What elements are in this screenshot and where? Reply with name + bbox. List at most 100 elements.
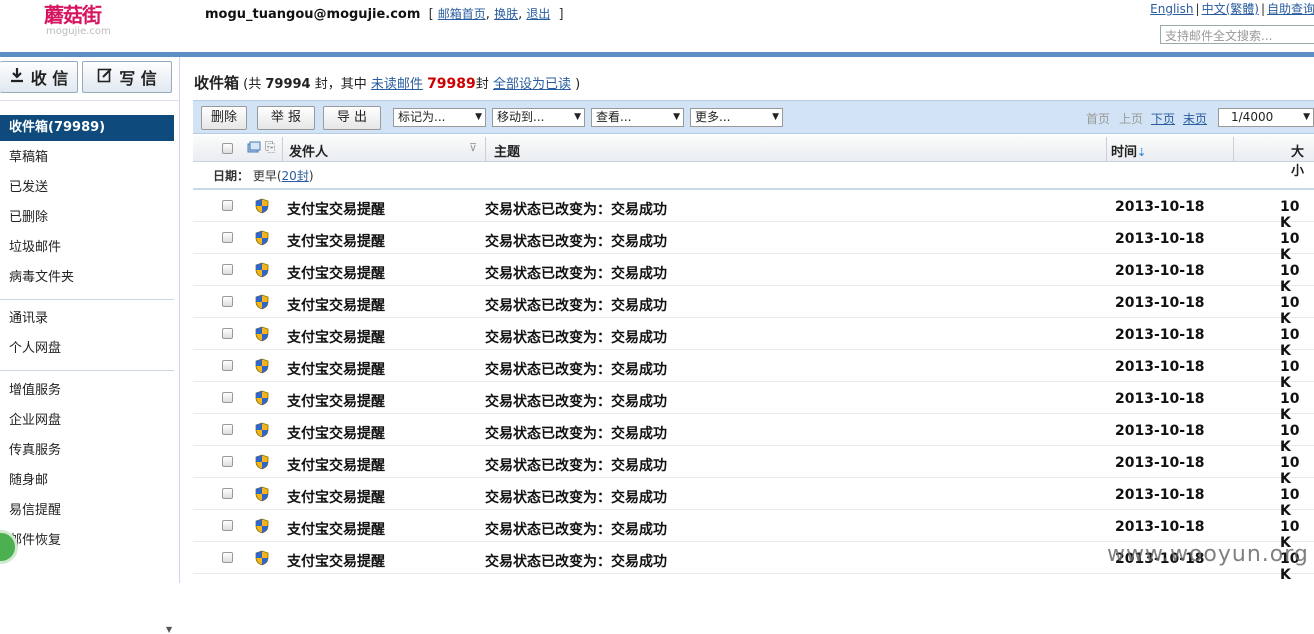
email-row[interactable]: 支付宝交易提醒 交易状态已改变为：交易成功 2013-10-18 10 K [193,254,1314,295]
mobile-mail-link[interactable]: 随身邮 [0,468,174,494]
email-subject[interactable]: 交易状态已改变为：交易成功 [485,551,667,571]
unread-link[interactable]: 未读邮件 [371,77,423,92]
time-column-header[interactable]: 时间⇣ [1111,141,1146,160]
email-subject[interactable]: 交易状态已改变为：交易成功 [485,263,667,283]
total-count: 79994 [265,77,311,92]
row-checkbox[interactable] [222,552,233,563]
folder-deleted[interactable]: 已删除 [0,205,174,231]
email-sender[interactable]: 支付宝交易提醒 [287,423,385,443]
view-dropdown[interactable]: 查看... ▼ [591,108,684,127]
folder-inbox[interactable]: 收件箱(79989) [0,115,174,141]
email-sender[interactable]: 支付宝交易提醒 [287,263,385,283]
email-row[interactable]: 支付宝交易提醒 交易状态已改变为：交易成功 2013-10-18 10 K [193,286,1314,327]
folder-spam[interactable]: 垃圾邮件 [0,235,174,261]
sender-column-header[interactable]: 发件人 [289,141,328,160]
folder-drafts[interactable]: 草稿箱 [0,145,174,171]
logo[interactable]: 蘑菇街 mogujie.com [44,4,114,37]
row-checkbox[interactable] [222,232,233,243]
folder-virus[interactable]: 病毒文件夹 [0,265,174,291]
email-subject[interactable]: 交易状态已改变为：交易成功 [485,295,667,315]
next-page-link[interactable]: 下页 [1151,110,1175,127]
yixin-reminder-link[interactable]: 易信提醒 [0,498,174,524]
email-subject[interactable]: 交易状态已改变为：交易成功 [485,487,667,507]
export-button[interactable]: 导 出 [323,106,381,130]
row-checkbox[interactable] [222,488,233,499]
mail-recovery-link[interactable]: 邮件恢复 [0,528,174,554]
email-date: 2013-10-18 [1115,359,1205,375]
email-row[interactable]: 支付宝交易提醒 交易状态已改变为：交易成功 2013-10-18 10 K [193,478,1314,519]
last-page-link[interactable]: 末页 [1183,110,1207,127]
row-checkbox[interactable] [222,392,233,403]
size-column-header[interactable]: 大小 [1291,141,1314,179]
email-subject[interactable]: 交易状态已改变为：交易成功 [485,455,667,475]
email-sender[interactable]: 支付宝交易提醒 [287,295,385,315]
page-select[interactable]: 1/4000 ▼ [1218,108,1314,127]
email-subject[interactable]: 交易状态已改变为：交易成功 [485,327,667,347]
move-to-label: 移动到... [497,110,545,124]
user-email: mogu_tuangou@mogujie.com [205,7,421,22]
email-subject[interactable]: 交易状态已改变为：交易成功 [485,519,667,539]
logout-link[interactable]: 退出 [526,7,550,21]
row-checkbox[interactable] [222,264,233,275]
email-subject[interactable]: 交易状态已改变为：交易成功 [485,199,667,219]
receive-mail-label: 收 信 [30,69,69,88]
mark-all-read-link[interactable]: 全部设为已读 [493,77,571,92]
email-subject[interactable]: 交易状态已改变为：交易成功 [485,231,667,251]
select-all-checkbox[interactable] [222,143,233,154]
alipay-shield-icon [255,294,269,310]
traditional-chinese-link[interactable]: 中文(繁體) [1202,2,1259,16]
email-subject[interactable]: 交易状态已改变为：交易成功 [485,391,667,411]
value-added-services-link[interactable]: 增值服务 [0,378,174,404]
email-row[interactable]: 支付宝交易提醒 交易状态已改变为：交易成功 2013-10-18 10 K [193,222,1314,263]
row-checkbox[interactable] [222,200,233,211]
mail-search-input[interactable]: 支持邮件全文搜索... [1160,25,1314,44]
mailbox-home-link[interactable]: 邮箱首页 [438,7,486,21]
mark-as-dropdown[interactable]: 标记为... ▼ [393,108,486,127]
subject-column-header[interactable]: 主题 [494,141,520,160]
email-row[interactable]: 支付宝交易提醒 交易状态已改变为：交易成功 2013-10-18 10 K [193,318,1314,359]
row-checkbox[interactable] [222,360,233,371]
english-link[interactable]: English [1150,2,1193,16]
email-row[interactable]: 支付宝交易提醒 交易状态已改变为：交易成功 2013-10-18 10 K [193,190,1314,231]
email-sender[interactable]: 支付宝交易提醒 [287,487,385,507]
change-skin-link[interactable]: 换肤 [494,7,518,21]
address-book-link[interactable]: 通讯录 [0,306,174,332]
compose-mail-button[interactable]: 写 信 [82,61,172,93]
move-to-dropdown[interactable]: 移动到... ▼ [492,108,585,127]
personal-drive-link[interactable]: 个人网盘 [0,336,174,362]
email-sender[interactable]: 支付宝交易提醒 [287,519,385,539]
enterprise-drive-link[interactable]: 企业网盘 [0,408,174,434]
row-checkbox[interactable] [222,424,233,435]
fax-service-link[interactable]: 传真服务 [0,438,174,464]
email-sender[interactable]: 支付宝交易提醒 [287,327,385,347]
row-checkbox[interactable] [222,328,233,339]
delete-button[interactable]: 删除 [201,106,247,130]
filter-icon[interactable]: ⊽ [469,141,477,154]
email-sender[interactable]: 支付宝交易提醒 [287,199,385,219]
email-row[interactable]: 支付宝交易提醒 交易状态已改变为：交易成功 2013-10-18 10 K [193,414,1314,455]
email-subject[interactable]: 交易状态已改变为：交易成功 [485,423,667,443]
email-row[interactable]: 支付宝交易提醒 交易状态已改变为：交易成功 2013-10-18 10 K [193,510,1314,551]
scroll-down-icon[interactable]: ▼ [166,625,172,634]
email-row[interactable]: 支付宝交易提醒 交易状态已改变为：交易成功 2013-10-18 10 K [193,350,1314,391]
group-count-link[interactable]: 20封 [282,169,309,183]
email-sender[interactable]: 支付宝交易提醒 [287,551,385,571]
row-checkbox[interactable] [222,456,233,467]
email-row[interactable]: 支付宝交易提醒 交易状态已改变为：交易成功 2013-10-18 10 K [193,446,1314,487]
email-sender[interactable]: 支付宝交易提醒 [287,359,385,379]
report-button[interactable]: 举 报 [257,106,315,130]
more-dropdown[interactable]: 更多... ▼ [690,108,783,127]
receive-mail-button[interactable]: 收 信 [0,61,78,93]
dropdown-arrow-icon: ▼ [475,112,482,122]
email-row[interactable]: 支付宝交易提醒 交易状态已改变为：交易成功 2013-10-18 10 K [193,382,1314,423]
column-divider [485,137,486,161]
folder-sent[interactable]: 已发送 [0,175,174,201]
row-checkbox[interactable] [222,520,233,531]
email-sender[interactable]: 支付宝交易提醒 [287,391,385,411]
email-sender[interactable]: 支付宝交易提醒 [287,231,385,251]
email-sender[interactable]: 支付宝交易提醒 [287,455,385,475]
self-service-link[interactable]: 自助查询 [1267,2,1314,16]
row-checkbox[interactable] [222,296,233,307]
email-subject[interactable]: 交易状态已改变为：交易成功 [485,359,667,379]
email-date: 2013-10-18 [1115,423,1205,439]
